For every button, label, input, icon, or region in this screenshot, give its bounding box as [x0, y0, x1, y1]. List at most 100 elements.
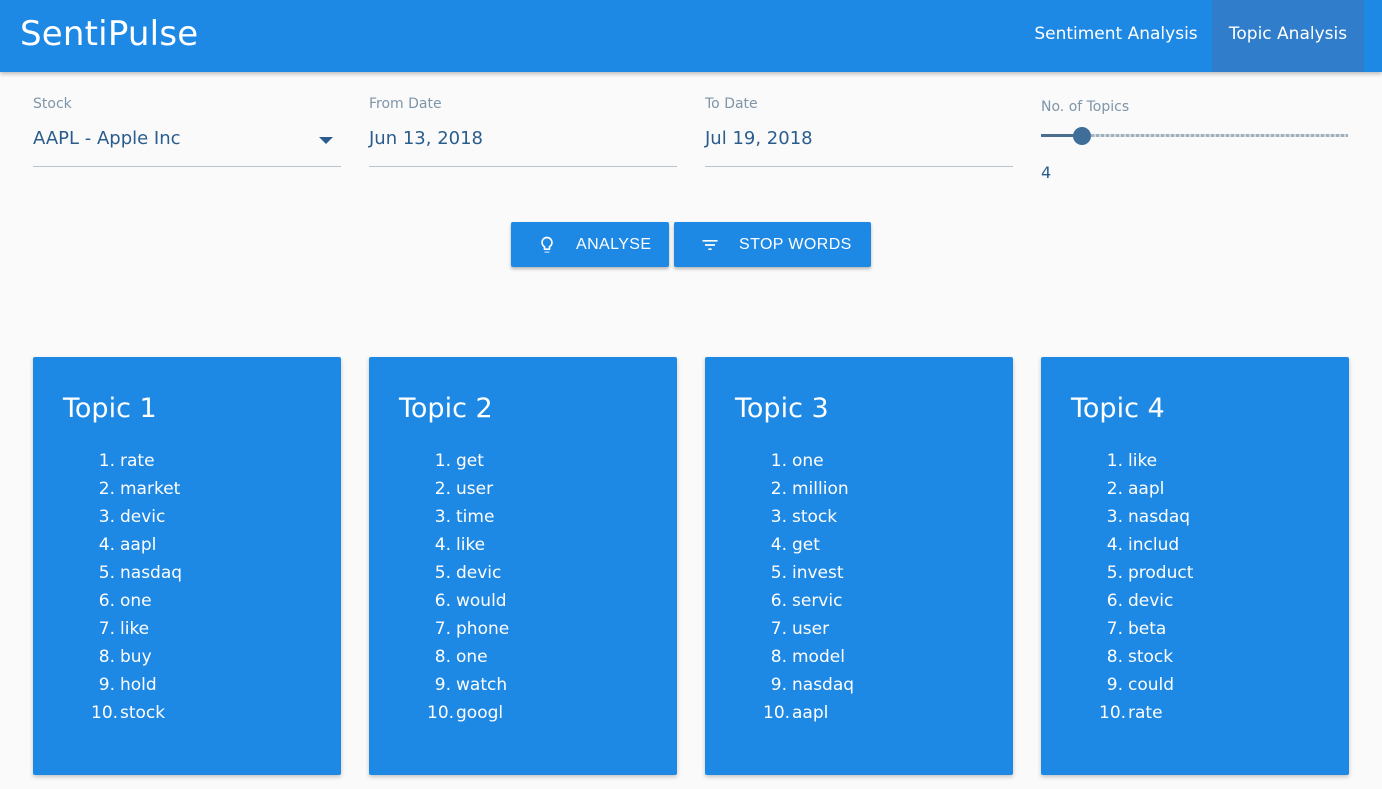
topic-word-item: 1. get [427, 447, 509, 475]
topic-word: stock [120, 703, 166, 723]
topic-word-rank: 4. [98, 535, 115, 555]
topic-word-item: 3. nasdaq [1099, 503, 1193, 531]
topic-word-item: 7. user [763, 615, 854, 643]
topic-word: beta [1128, 619, 1167, 639]
topic-word-item: 1. one [763, 447, 854, 475]
topic-word-rank: 4. [1106, 535, 1123, 555]
tab-sentiment-analysis[interactable]: Sentiment Analysis [1020, 0, 1212, 72]
topic-word: like [1128, 451, 1158, 471]
topic-word-rank: 9. [434, 675, 451, 695]
topic-word-item: 6. servic [763, 587, 854, 615]
from-date-label: From Date [369, 96, 442, 112]
topic-word: would [456, 591, 507, 611]
slider-thumb[interactable] [1073, 127, 1091, 145]
topic-word: one [456, 647, 488, 667]
topic-word-rank: 4. [770, 535, 787, 555]
topic-word-rank: 5. [434, 563, 451, 583]
topic-word-rank: 8. [98, 647, 115, 667]
topics-slider[interactable]: No. of Topics 4 [1041, 96, 1349, 182]
topic-word: stock [792, 507, 838, 527]
topic-word-item: 5. nasdaq [91, 559, 182, 587]
topic-word-rank: 3. [1106, 507, 1123, 527]
topic-word: model [792, 647, 845, 667]
to-date-underline [705, 166, 1013, 167]
topic-title: Topic 2 [399, 393, 493, 424]
topic-word-item: 8. buy [91, 643, 182, 671]
topic-word: user [456, 479, 494, 499]
topic-word-rank: 5. [770, 563, 787, 583]
topic-word: aapl [120, 535, 157, 555]
topic-word-rank: 10. [763, 703, 791, 723]
topic-word: includ [1128, 535, 1180, 555]
topic-word: googl [456, 703, 504, 723]
from-date-field[interactable]: From Date Jun 13, 2018 [369, 96, 677, 167]
topic-word-rank: 2. [98, 479, 115, 499]
topic-word-item: 7. beta [1099, 615, 1193, 643]
topic-word-rank: 10. [91, 703, 119, 723]
topics-value: 4 [1041, 163, 1052, 182]
to-date-field[interactable]: To Date Jul 19, 2018 [705, 96, 1013, 167]
topic-title: Topic 1 [63, 393, 157, 424]
topic-word-item: 8. one [427, 643, 509, 671]
topic-word: rate [120, 451, 155, 471]
topic-card: Topic 1 1. rate 2. market 3. devic 4. aapl 5. nas… [33, 357, 341, 775]
topic-word-list: 1. like 2. aapl 3. nasdaq 4. includ 5. product 6. d… [1099, 447, 1193, 727]
topic-word-item: 5. devic [427, 559, 509, 587]
stock-value[interactable]: AAPL - Apple Inc [33, 128, 181, 149]
topic-word: time [456, 507, 495, 527]
topic-word-rank: 8. [434, 647, 451, 667]
topic-word: hold [120, 675, 157, 695]
topic-word-item: 4. like [427, 531, 509, 559]
topic-word-item: 2. market [91, 475, 182, 503]
topic-word-item: 3. stock [763, 503, 854, 531]
topic-word-item: 9. nasdaq [763, 671, 854, 699]
topic-word: user [792, 619, 830, 639]
stop-words-label: STOP WORDS [739, 235, 852, 253]
topic-word-rank: 10. [427, 703, 455, 723]
topic-word: product [1128, 563, 1194, 583]
topic-word: invest [792, 563, 844, 583]
topic-word-rank: 6. [1106, 591, 1123, 611]
dropdown-arrow-icon[interactable] [319, 137, 333, 144]
topic-word-item: 1. rate [91, 447, 182, 475]
topic-word: get [456, 451, 484, 471]
topic-word-item: 9. hold [91, 671, 182, 699]
stop-words-button[interactable]: STOP WORDS [674, 222, 871, 267]
stock-select[interactable]: Stock AAPL - Apple Inc [33, 96, 341, 167]
topic-word: aapl [1128, 479, 1165, 499]
topic-word-item: 2. million [763, 475, 854, 503]
topic-word: devic [1128, 591, 1174, 611]
topic-word: get [792, 535, 820, 555]
topic-word: phone [456, 619, 510, 639]
topic-word-rank: 3. [770, 507, 787, 527]
tab-topic-analysis[interactable]: Topic Analysis [1212, 0, 1364, 72]
topic-word-item: 5. product [1099, 559, 1194, 587]
topic-word: watch [456, 675, 508, 695]
app-brand: SentiPulse [20, 14, 199, 54]
topic-word-list: 1. get 2. user 3. time 4. like 5. devic 6. would 7. p… [427, 447, 509, 727]
from-date-underline [369, 166, 677, 167]
topic-word-rank: 1. [1106, 451, 1123, 471]
topic-word-rank: 2. [434, 479, 451, 499]
topic-word: could [1128, 675, 1175, 695]
topic-word-rank: 1. [770, 451, 787, 471]
topic-word-item: 6. would [427, 587, 509, 615]
topic-word-rank: 6. [434, 591, 451, 611]
topic-word-item: 3. devic [91, 503, 182, 531]
topics-label: No. of Topics [1041, 99, 1130, 115]
topic-word: like [456, 535, 486, 555]
topic-word: aapl [792, 703, 829, 723]
topic-card: Topic 3 1. one 2. million 3. stock 4. get 5. inve… [705, 357, 1013, 775]
topic-title: Topic 3 [735, 393, 829, 424]
topic-word-item: 2. user [427, 475, 509, 503]
topic-word-item: 1. like [1099, 447, 1193, 475]
from-date-value[interactable]: Jun 13, 2018 [369, 128, 483, 149]
topic-word: devic [456, 563, 502, 583]
analyse-button[interactable]: ANALYSE [511, 222, 669, 267]
analyse-label: ANALYSE [576, 235, 652, 253]
topic-word: one [792, 451, 824, 471]
topic-word-item: 10. stock [91, 699, 182, 727]
to-date-value[interactable]: Jul 19, 2018 [705, 128, 813, 149]
topic-word-item: 6. devic [1099, 587, 1193, 615]
topic-word-item: 9. could [1099, 671, 1193, 699]
